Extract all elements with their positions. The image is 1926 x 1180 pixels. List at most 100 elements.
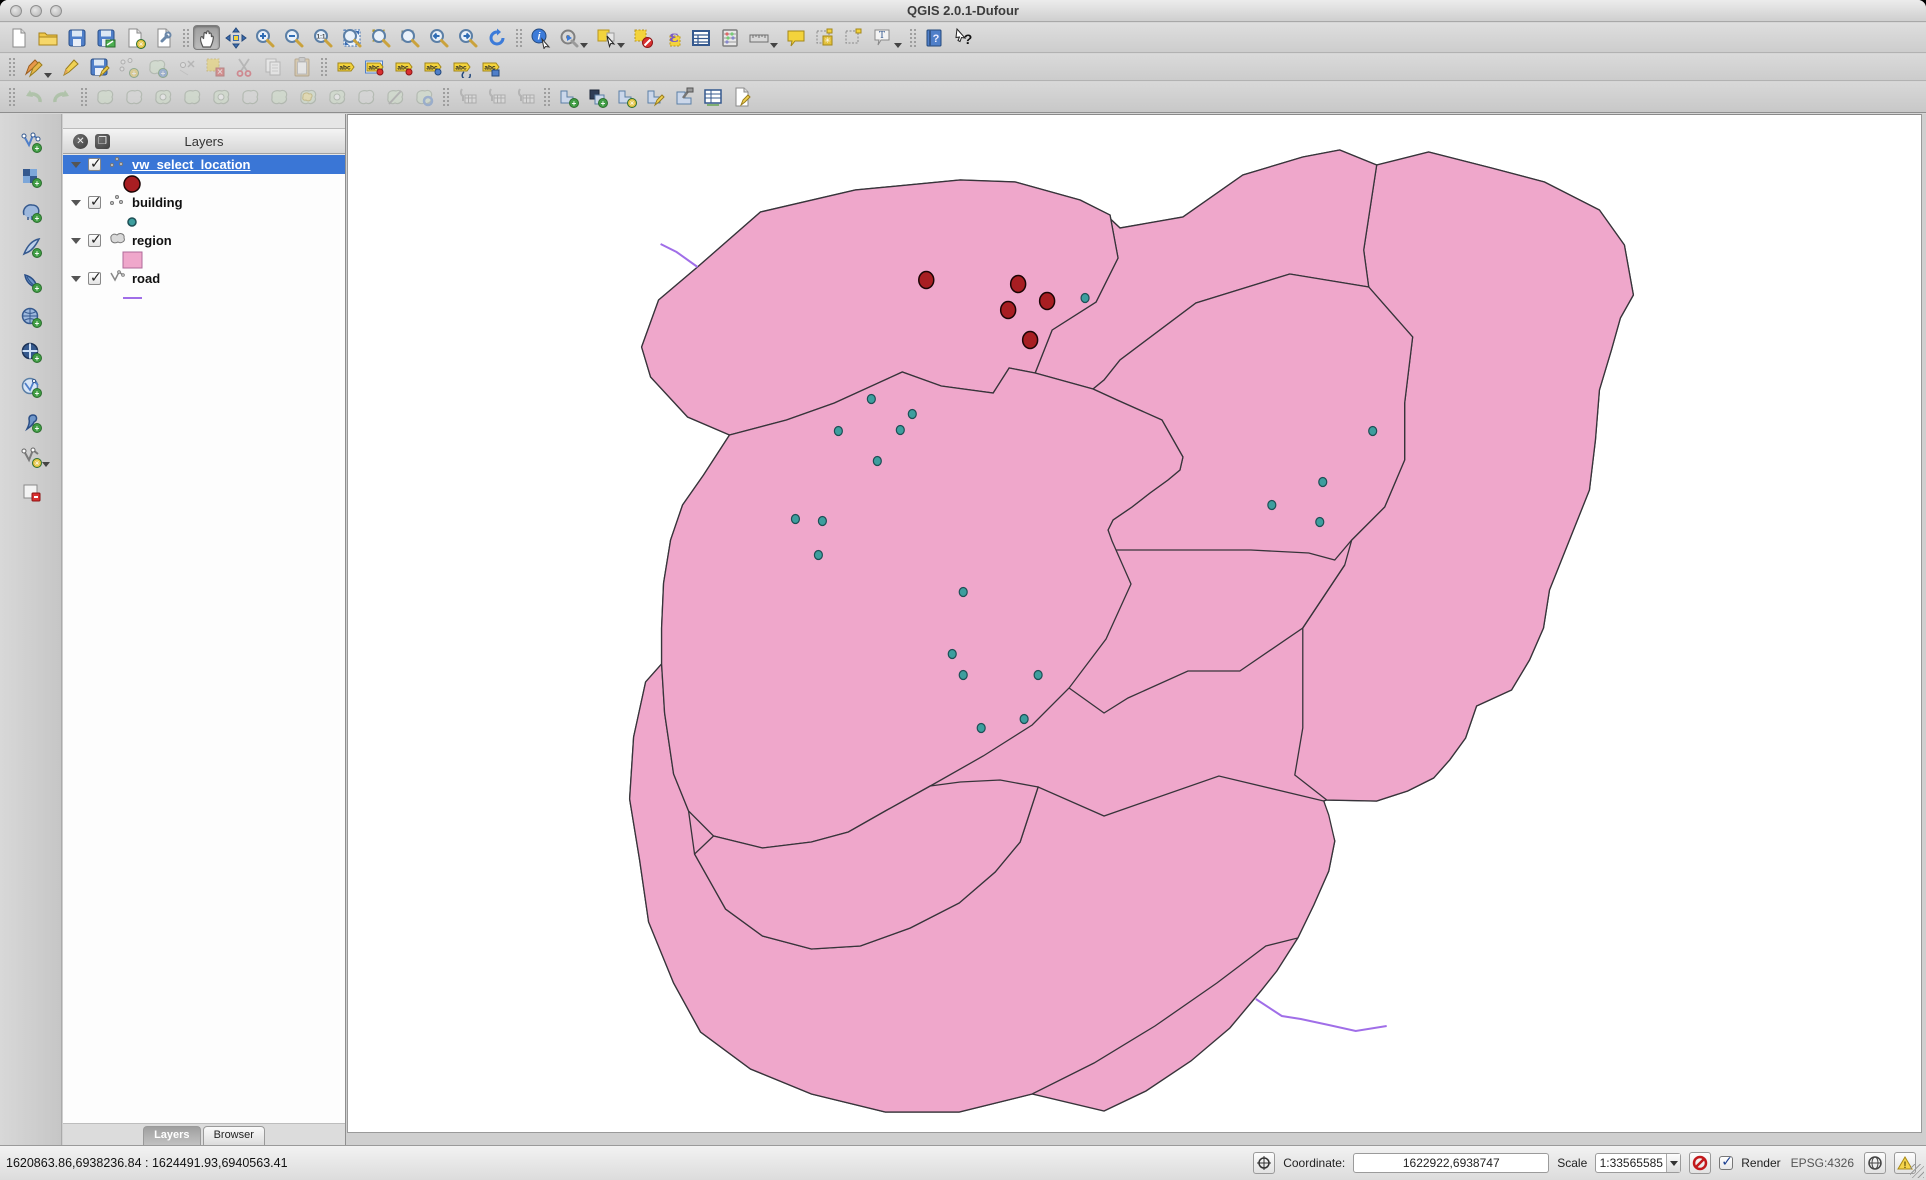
resize-grip[interactable] [1910,1164,1924,1178]
extra-tool-4-button[interactable] [641,85,668,110]
add-spatialite-layer-button[interactable]: + [17,234,44,259]
add-raster-layer-button[interactable]: + [17,164,44,189]
whats-this-button[interactable]: ? [949,25,976,50]
coordinate-input[interactable]: 1622922,6938747 [1353,1153,1549,1173]
toggle-editing-button[interactable] [56,55,83,80]
extra-tool-3-button[interactable]: ✳ [612,85,639,110]
add-postgis-layer-button[interactable]: + [17,199,44,224]
show-bookmarks-button[interactable] [840,25,867,50]
panel-close-icon[interactable]: ✕ [73,134,88,149]
measure-icon [748,27,770,49]
layer-visibility-checkbox[interactable] [88,234,101,247]
new-composer-button[interactable]: ✳ [121,25,148,50]
save-project-button[interactable] [63,25,90,50]
zoom-to-layer-button[interactable] [396,25,423,50]
layer-item-building[interactable]: building [63,193,345,212]
extra-tool-2-button[interactable]: + [583,85,610,110]
zoom-native-button[interactable]: 1:1 [309,25,336,50]
layer-label[interactable]: region [132,233,172,248]
add-wcs-layer-button[interactable]: + [17,339,44,364]
add-wfs-layer-button[interactable]: + [17,374,44,399]
zoom-full-button[interactable] [338,25,365,50]
zoom-last-button[interactable] [425,25,452,50]
add-oracle-layer-button[interactable]: + [17,409,44,434]
pin-labels-button[interactable]: abc [360,55,387,80]
layer-label[interactable]: building [132,195,183,210]
panel-tab-browser[interactable]: Browser [203,1126,265,1145]
deselect-features-icon [632,27,654,49]
select-by-expression-button[interactable]: ε [658,25,685,50]
current-edits-button[interactable] [19,55,46,80]
highlight-labels-button[interactable]: abc [389,55,416,80]
zoom-in-button[interactable] [251,25,278,50]
svg-text:✳: ✳ [33,459,40,468]
open-attribute-table-button[interactable] [687,25,714,50]
labeling-options-button[interactable]: abc [331,55,358,80]
composer-manager-button[interactable] [150,25,177,50]
select-features-button[interactable] [592,25,619,50]
selected-location-point [1040,293,1055,310]
layer-label[interactable]: road [132,271,160,286]
field-calculator-button[interactable] [716,25,743,50]
render-checkbox[interactable] [1719,1156,1733,1170]
dropdown-arrow-icon[interactable] [617,43,625,48]
panel-tab-layers[interactable]: Layers [143,1126,200,1145]
layer-item-vw_select_location[interactable]: vw_select_location [63,155,345,174]
layer-expander-icon[interactable] [71,200,81,206]
rotate-label-button[interactable]: abc [447,55,474,80]
layer-expander-icon[interactable] [71,162,81,168]
extra-tool-6-button[interactable] [699,85,726,110]
offset-curve-icon [326,86,348,108]
dropdown-arrow-icon[interactable] [770,43,778,48]
change-label-button[interactable]: abc [476,55,503,80]
zoom-out-button[interactable] [280,25,307,50]
open-project-button[interactable] [34,25,61,50]
extents-toggle-icon[interactable] [1253,1152,1275,1174]
map-view[interactable] [348,115,1921,1132]
extra-tool-1-button[interactable]: + [554,85,581,110]
pan-to-selection-button[interactable] [222,25,249,50]
dropdown-arrow-icon[interactable] [894,43,902,48]
layer-label[interactable]: vw_select_location [132,157,251,172]
add-mssql-layer-button[interactable]: + [17,269,44,294]
extra-tool-7-button[interactable] [728,85,755,110]
add-wms-layer-button[interactable]: + [17,304,44,329]
layer-expander-icon[interactable] [71,238,81,244]
layer-visibility-checkbox[interactable] [88,196,101,209]
move-label-button[interactable]: abc [418,55,445,80]
panel-float-icon[interactable]: ❐ [95,134,110,149]
dropdown-arrow-icon[interactable] [42,462,50,467]
dropdown-arrow-icon[interactable] [44,73,52,78]
text-annotation-button[interactable]: T [869,25,896,50]
refresh-map-button[interactable] [483,25,510,50]
dropdown-arrow-icon[interactable] [580,43,588,48]
deselect-features-button[interactable] [629,25,656,50]
identify-features-button[interactable]: i [526,25,553,50]
remove-layer-button[interactable] [17,479,44,504]
zoom-next-button[interactable] [454,25,481,50]
scale-combo[interactable]: 1:33565585 [1595,1153,1681,1173]
stop-render-icon[interactable] [1689,1152,1711,1174]
map-canvas[interactable] [347,114,1922,1133]
help-contents-button[interactable]: ? [920,25,947,50]
layer-item-region[interactable]: region [63,231,345,250]
extra-tool-5-button[interactable] [670,85,697,110]
svg-text:+: + [160,69,165,78]
new-shapefile-layer-button[interactable]: ✳ [17,444,44,469]
new-project-button[interactable] [5,25,32,50]
measure-button[interactable] [745,25,772,50]
run-feature-action-button[interactable] [555,25,582,50]
map-tips-button[interactable] [782,25,809,50]
pan-map-button[interactable] [193,25,220,50]
save-layer-edits-button[interactable] [85,55,112,80]
layer-item-road[interactable]: road [63,269,345,288]
layer-expander-icon[interactable] [71,276,81,282]
layer-visibility-checkbox[interactable] [88,272,101,285]
add-vector-layer-button[interactable]: + [17,129,44,154]
save-project-as-button[interactable] [92,25,119,50]
zoom-to-selection-button[interactable] [367,25,394,50]
scale-dropdown-icon[interactable] [1666,1154,1680,1172]
new-bookmark-button[interactable]: ✳ [811,25,838,50]
crs-status-icon[interactable] [1864,1152,1886,1174]
layer-visibility-checkbox[interactable] [88,158,101,171]
